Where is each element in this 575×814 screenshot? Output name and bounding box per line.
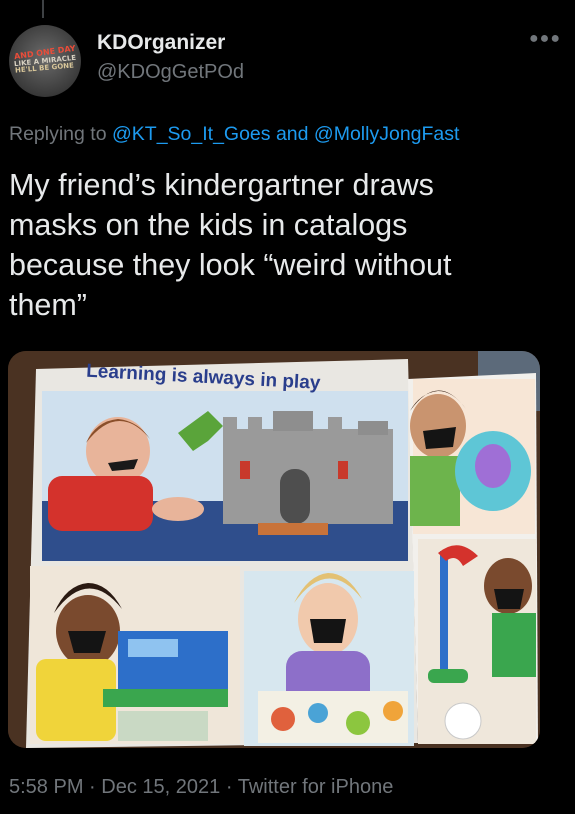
tweet-source[interactable]: Twitter for iPhone [238,776,394,798]
replying-to: Replying to @KT_So_It_Goes and @MollyJon… [9,123,459,146]
meta-separator: · [89,776,96,798]
reply-mention-1[interactable]: @KT_So_It_Goes [112,123,271,145]
tweet-time[interactable]: 5:58 PM [9,776,83,798]
author-name[interactable]: KDOrganizer [97,31,225,55]
meta-separator: · [225,776,233,798]
tweet-text-line: My friend’s kindergartner draws [9,168,434,202]
tweet-photo[interactable]: Learning is always in play [8,351,540,748]
tweet-text-line: masks on the kids in catalogs [9,208,408,242]
tweet-text: My friend’s kindergartner draws masks on… [9,165,549,325]
tweet-date[interactable]: Dec 15, 2021 [101,776,220,798]
replying-prefix: Replying to [9,123,107,145]
more-horizontal-icon[interactable]: ●●● [529,30,561,48]
tweet-text-line: because they look “weird without [9,248,452,282]
thread-connector-line [42,0,44,18]
tweet-metadata: 5:58 PM · Dec 15, 2021 · Twitter for iPh… [9,776,393,799]
reply-mention-2[interactable]: @MollyJongFast [314,123,460,145]
avatar[interactable]: AND ONE DAY LIKE A MIRACLE HE'LL BE GONE [9,25,81,97]
reply-and: and [275,123,309,145]
tweet-text-line: them” [9,288,87,322]
author-handle[interactable]: @KDOgGetPOd [97,61,244,84]
